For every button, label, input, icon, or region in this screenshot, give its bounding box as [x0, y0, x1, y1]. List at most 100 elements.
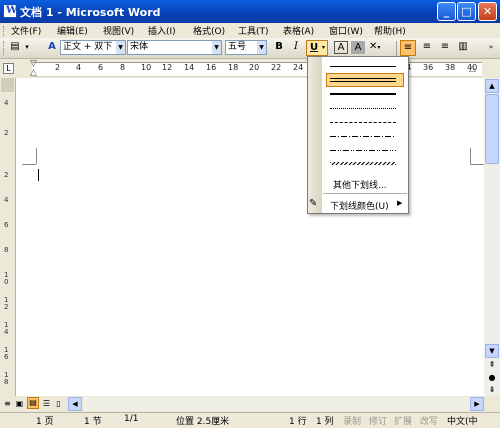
web-view-button[interactable]: ▣ — [14, 398, 25, 409]
character-shading-button[interactable]: A — [351, 41, 365, 54]
menu-edit[interactable]: 编辑(E) — [57, 24, 88, 37]
minimize-button[interactable]: _ — [437, 2, 456, 21]
line-dotted — [330, 108, 396, 109]
outline-view-button[interactable]: ☰ — [41, 398, 52, 409]
maximize-button[interactable]: □ — [457, 2, 476, 21]
status-overtype[interactable]: 改写 — [420, 414, 438, 427]
scroll-thumb[interactable] — [485, 94, 499, 164]
status-record[interactable]: 录制 — [343, 414, 361, 427]
double-up-icon: ⇞ — [488, 360, 496, 369]
format-painter-button[interactable]: ▤ — [8, 40, 22, 56]
underline-dot-dash[interactable] — [326, 131, 404, 141]
ruler-number: 24 — [293, 63, 304, 72]
chevron-down-icon[interactable]: ▼ — [116, 41, 125, 54]
italic-button[interactable]: I — [289, 40, 303, 56]
line-dashed — [330, 122, 396, 123]
distributed-icon: ▥ — [458, 41, 468, 52]
submenu-arrow-icon: ▶ — [397, 199, 403, 207]
underline-color-item[interactable]: 下划线颜色(U) — [330, 199, 389, 212]
left-tab-icon: L — [6, 64, 11, 73]
status-extend[interactable]: 扩展 — [394, 414, 412, 427]
character-border-button[interactable]: A — [334, 41, 348, 54]
arrow-right-icon: ▶ — [474, 400, 480, 408]
scroll-left-button[interactable]: ◀ — [68, 397, 82, 411]
word-app-icon[interactable]: W — [3, 4, 17, 18]
chevron-down-icon: ▾ — [25, 43, 29, 51]
toolbar-grip — [3, 41, 6, 55]
bold-button[interactable]: B — [272, 40, 286, 56]
close-button[interactable]: ✕ — [478, 2, 497, 21]
underline-button[interactable]: U ▾ — [306, 40, 328, 56]
chevron-down-icon[interactable]: ▼ — [257, 41, 266, 54]
reading-view-button[interactable]: ▯ — [53, 398, 64, 409]
font-size-combo[interactable]: 五号 ▼ — [225, 40, 267, 55]
underline-color-icon: ✎ — [309, 198, 318, 209]
print-layout-button[interactable]: ▤ — [27, 397, 39, 409]
scroll-up-button[interactable]: ▲ — [485, 79, 499, 93]
menu-help[interactable]: 帮助(H) — [374, 24, 406, 37]
margin-mark-left — [36, 148, 37, 164]
underline-dotted[interactable] — [326, 103, 404, 113]
vertical-ruler-number: 4 — [4, 99, 9, 107]
document-page[interactable] — [0, 78, 484, 396]
align-right-button[interactable]: ≡ — [437, 40, 453, 56]
close-icon: ✕ — [482, 5, 493, 18]
scroll-down-button[interactable]: ▼ — [485, 344, 499, 358]
underline-dot-dot-dash[interactable] — [326, 145, 404, 155]
font-combo[interactable]: 宋体 ▼ — [127, 40, 222, 55]
distributed-button[interactable]: ▥ — [455, 40, 471, 56]
next-page-button[interactable]: ⇟ — [485, 384, 499, 396]
normal-view-button[interactable]: ≡ — [2, 398, 13, 409]
arrow-up-icon: ▲ — [489, 82, 495, 90]
styles-pane-button[interactable]: A — [45, 40, 59, 56]
arrow-down-icon: ▼ — [489, 347, 495, 355]
tab-selector[interactable]: L — [3, 63, 14, 74]
previous-page-button[interactable]: ⇞ — [485, 359, 499, 371]
circle-icon: ● — [488, 373, 496, 382]
chevron-down-icon[interactable]: ▼ — [212, 41, 221, 54]
browse-object-button[interactable]: ● — [485, 372, 499, 383]
toolbar-options-button[interactable]: » — [486, 40, 496, 56]
status-track-changes[interactable]: 修订 — [369, 414, 387, 427]
indent-marker[interactable]: ▽ △ — [30, 60, 40, 78]
status-page-of: 1/1 — [124, 414, 139, 424]
menu-window[interactable]: 窗口(W) — [329, 24, 363, 37]
vertical-ruler-number: 14 — [4, 321, 9, 336]
status-language: 中文(中 — [447, 417, 478, 427]
text-cursor — [38, 169, 39, 181]
ruler-number: 22 — [271, 63, 282, 72]
print-icon: ▤ — [10, 41, 20, 52]
line-single — [330, 66, 396, 67]
horizontal-scroll-track[interactable] — [83, 397, 470, 411]
margin-mark-right-h — [470, 164, 484, 165]
vertical-ruler-number: 16 — [4, 346, 9, 361]
phonetic-guide-button[interactable]: ✕▾ — [369, 40, 391, 56]
line-thick — [330, 93, 396, 95]
scroll-right-button[interactable]: ▶ — [470, 397, 484, 411]
font-size-value: 五号 — [228, 42, 247, 52]
maximize-icon: □ — [461, 5, 472, 18]
ruler-number: 38 — [445, 63, 456, 72]
underline-dashed[interactable] — [326, 117, 404, 127]
underline-thick[interactable] — [326, 89, 404, 99]
style-combo[interactable]: 正文 + 双下 ▼ — [60, 40, 126, 55]
toolbar-overflow-button[interactable]: ▾ — [24, 40, 30, 56]
right-indent-marker[interactable]: △ — [469, 64, 476, 74]
menu-insert[interactable]: 插入(I) — [148, 24, 176, 37]
ruler-number: 6 — [98, 63, 104, 72]
align-justify-button[interactable]: ≡ — [400, 40, 416, 56]
underline-single[interactable] — [326, 61, 404, 71]
menu-format[interactable]: 格式(O) — [193, 24, 225, 37]
line-dot-dot-dash — [330, 150, 396, 151]
menu-file[interactable]: 文件(F) — [11, 24, 41, 37]
menu-view[interactable]: 视图(V) — [103, 24, 134, 37]
more-underlines-item[interactable]: 其他下划线... — [333, 178, 387, 191]
print-layout-icon: ▤ — [29, 398, 37, 407]
menu-table[interactable]: 表格(A) — [283, 24, 314, 37]
align-center-button[interactable]: ≡ — [419, 40, 435, 56]
underline-wave[interactable] — [326, 158, 404, 168]
styles-icon: A — [48, 41, 56, 52]
ruler-number: 4 — [76, 63, 82, 72]
menu-tools[interactable]: 工具(T) — [238, 24, 269, 37]
underline-double-selected[interactable] — [326, 73, 404, 87]
